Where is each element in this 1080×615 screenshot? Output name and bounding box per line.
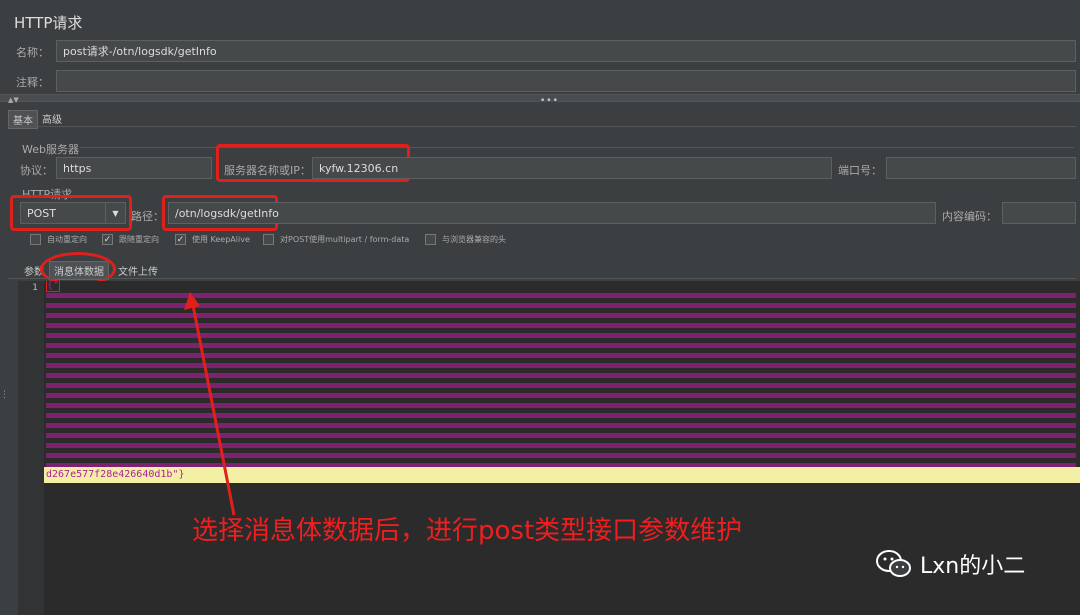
subtab-file-upload[interactable]: 文件上传: [114, 262, 162, 279]
option-browser-headers[interactable]: 与浏览器兼容的头: [425, 234, 506, 245]
checkbox-unchecked-icon[interactable]: [30, 234, 41, 245]
drag-handle-icon[interactable]: •••: [540, 96, 559, 106]
option-multipart[interactable]: 对POST使用multipart / form-data: [263, 234, 409, 245]
web-server-section-label: Web服务器: [22, 143, 79, 156]
annotation-arrow: [184, 292, 236, 516]
path-label: 路径：: [131, 210, 164, 223]
server-input[interactable]: kyfw.12306.cn: [312, 157, 832, 179]
method-select[interactable]: POST ▼: [20, 202, 126, 224]
watermark-text: Lxn的小二: [920, 554, 1026, 579]
side-handle-icon[interactable]: ⋮: [0, 390, 9, 400]
comment-input[interactable]: [56, 70, 1076, 92]
subtabs-divider: [8, 278, 1076, 279]
name-input[interactable]: post请求-/otn/logsdk/getInfo: [56, 40, 1076, 62]
protocol-input[interactable]: https: [56, 157, 212, 179]
encoding-label: 内容编码：: [942, 210, 997, 223]
chevron-down-icon[interactable]: ▼: [105, 203, 125, 223]
collapse-arrows-icon[interactable]: ▲▼: [8, 96, 19, 104]
protocol-label: 协议：: [20, 164, 53, 177]
port-input[interactable]: [886, 157, 1076, 179]
name-label: 名称：: [16, 46, 49, 59]
method-value: POST: [27, 206, 56, 220]
option-keepalive[interactable]: ✓ 使用 KeepAlive: [175, 234, 250, 245]
checkbox-unchecked-icon[interactable]: [425, 234, 436, 245]
tabs-divider: [8, 126, 1076, 127]
checkbox-checked-icon[interactable]: ✓: [175, 234, 186, 245]
path-input[interactable]: /otn/logsdk/getInfo: [168, 202, 936, 224]
editor-gutter: 1: [18, 281, 44, 615]
checkbox-checked-icon[interactable]: ✓: [102, 234, 113, 245]
option-auto-redirect[interactable]: 自动重定向: [30, 234, 87, 245]
panel-title: HTTP请求: [14, 14, 83, 32]
server-label: 服务器名称或IP：: [224, 164, 311, 177]
body-start: {": [46, 281, 61, 292]
line-number: 1: [32, 283, 38, 293]
encoding-input[interactable]: [1002, 202, 1076, 224]
wechat-icon: [876, 550, 911, 577]
checkbox-unchecked-icon[interactable]: [263, 234, 274, 245]
watermark: Lxn的小二: [876, 548, 1025, 580]
comment-label: 注释：: [16, 76, 49, 89]
annotation-text: 选择消息体数据后，进行post类型接口参数维护: [192, 516, 743, 546]
port-label: 端口号：: [838, 164, 882, 177]
option-follow-redirect[interactable]: ✓ 跟随重定向: [102, 234, 159, 245]
